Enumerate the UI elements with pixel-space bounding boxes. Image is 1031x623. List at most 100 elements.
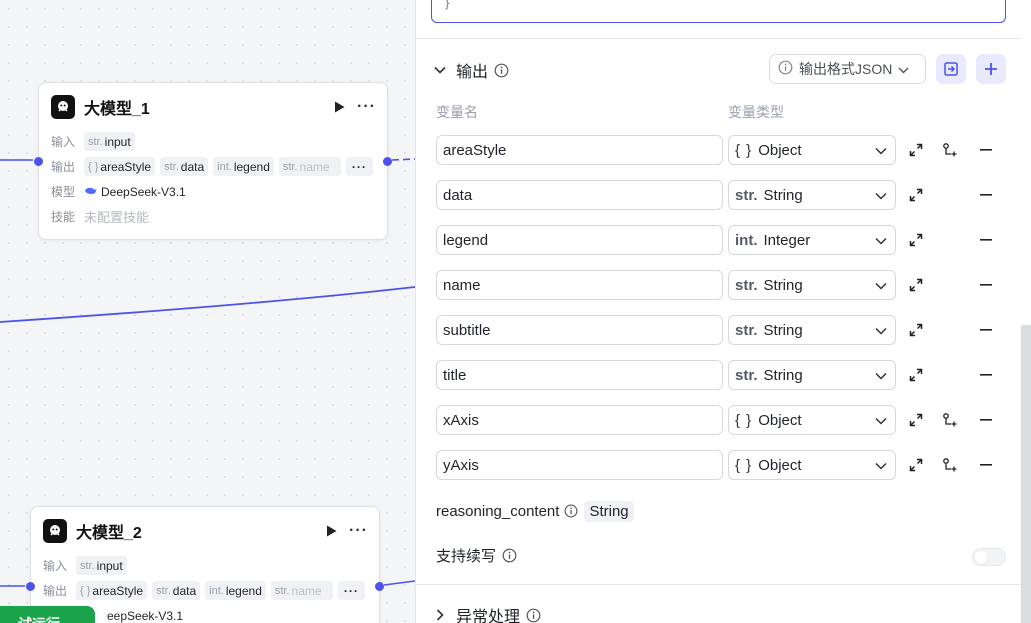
chevron-down-icon bbox=[875, 462, 887, 470]
llm-node-1[interactable]: 大模型_1 ··· 输入 str. input 输出 { } areaStyle s… bbox=[34, 82, 392, 240]
input-label: 输入 bbox=[43, 559, 68, 573]
edge-from-node-1 bbox=[391, 158, 415, 161]
variable-row: str. String bbox=[436, 270, 1016, 300]
error-section-title: 异常处理 bbox=[456, 609, 521, 623]
type-tag: int. bbox=[735, 231, 758, 249]
more-icon[interactable]: ··· bbox=[357, 99, 375, 115]
expand-icon[interactable] bbox=[908, 457, 924, 473]
output-format-label: 输出格式JSON bbox=[799, 61, 893, 77]
chevron-down-icon[interactable] bbox=[434, 64, 446, 76]
expand-icon[interactable] bbox=[908, 232, 924, 248]
output-port[interactable] bbox=[375, 582, 384, 591]
type-tag: str. bbox=[735, 186, 758, 204]
variable-row: int. Integer bbox=[436, 225, 1016, 255]
variable-row: { } Object bbox=[436, 135, 1016, 165]
remove-icon[interactable] bbox=[978, 232, 994, 248]
more-icon[interactable]: ··· bbox=[349, 523, 367, 539]
node-title: 大模型_1 bbox=[84, 101, 150, 118]
input-port[interactable] bbox=[26, 582, 35, 591]
scrollbar[interactable] bbox=[1021, 325, 1031, 623]
add-child-icon[interactable] bbox=[942, 142, 958, 158]
remove-icon[interactable] bbox=[978, 412, 994, 428]
divider bbox=[416, 584, 1021, 585]
plus-icon bbox=[985, 63, 997, 75]
expand-icon[interactable] bbox=[908, 367, 924, 383]
expand-icon[interactable] bbox=[908, 142, 924, 158]
output-section-header[interactable]: 输出 bbox=[416, 55, 1021, 85]
remove-icon[interactable] bbox=[978, 187, 994, 203]
llm-logo-icon bbox=[51, 95, 75, 119]
info-icon[interactable] bbox=[526, 608, 541, 623]
variable-type-select[interactable]: int. Integer bbox=[728, 225, 896, 255]
type-tag: str. bbox=[735, 276, 758, 294]
output-tag: str. data bbox=[152, 581, 201, 600]
remove-icon[interactable] bbox=[978, 322, 994, 338]
col-header-type: 变量类型 bbox=[728, 104, 784, 120]
remove-icon[interactable] bbox=[978, 277, 994, 293]
variable-name-input[interactable] bbox=[436, 315, 723, 345]
remove-icon[interactable] bbox=[978, 367, 994, 383]
variable-type-select[interactable]: str. String bbox=[728, 360, 896, 390]
expand-icon[interactable] bbox=[908, 322, 924, 338]
remove-icon[interactable] bbox=[978, 142, 994, 158]
more-outputs-button[interactable]: ··· bbox=[345, 157, 373, 176]
variable-name-input[interactable] bbox=[436, 225, 723, 255]
chevron-right-icon[interactable] bbox=[434, 609, 446, 621]
variable-name-input[interactable] bbox=[436, 405, 723, 435]
type-name: String bbox=[763, 276, 803, 294]
input-port[interactable] bbox=[34, 157, 43, 166]
deepseek-whale-icon bbox=[84, 185, 97, 199]
output-tag: int. legend bbox=[213, 157, 274, 176]
output-section-title: 输出 bbox=[456, 64, 489, 81]
input-tag: str. input bbox=[76, 556, 127, 575]
workflow-canvas[interactable]: 大模型_1 ··· 输入 str. input 输出 { } areaStyle s… bbox=[0, 0, 415, 623]
input-label: 输入 bbox=[51, 135, 76, 149]
expand-icon[interactable] bbox=[908, 277, 924, 293]
variable-type-select[interactable]: str. String bbox=[728, 180, 896, 210]
import-button[interactable] bbox=[936, 54, 966, 84]
output-format-select[interactable]: 输出格式JSON bbox=[769, 54, 926, 84]
error-section-header[interactable]: 异常处理 bbox=[416, 602, 1021, 623]
chevron-down-icon bbox=[875, 147, 887, 155]
continue-label: 支持续写 bbox=[436, 547, 497, 565]
variable-name-input[interactable] bbox=[436, 270, 723, 300]
add-variable-button[interactable] bbox=[976, 54, 1006, 84]
info-icon[interactable] bbox=[502, 548, 517, 563]
continue-toggle[interactable] bbox=[972, 548, 1006, 566]
variable-row: { } Object bbox=[436, 450, 1016, 480]
code-editor[interactable]: } bbox=[431, 0, 1006, 23]
output-tag: str. name bbox=[278, 157, 341, 176]
variable-type-select[interactable]: { } Object bbox=[728, 450, 896, 480]
variable-type-select[interactable]: str. String bbox=[728, 315, 896, 345]
variable-row: str. String bbox=[436, 360, 1016, 390]
add-child-icon[interactable] bbox=[942, 457, 958, 473]
llm-logo-icon bbox=[43, 519, 67, 543]
variable-type-select[interactable]: str. String bbox=[728, 270, 896, 300]
import-icon bbox=[944, 62, 958, 76]
variable-name-input[interactable] bbox=[436, 135, 723, 165]
type-tag: { } bbox=[735, 411, 753, 429]
info-icon[interactable] bbox=[564, 504, 578, 518]
expand-icon[interactable] bbox=[908, 412, 924, 428]
type-tag: { } bbox=[735, 141, 753, 159]
info-icon[interactable] bbox=[494, 63, 509, 78]
variable-type-select[interactable]: { } Object bbox=[728, 135, 896, 165]
play-icon[interactable] bbox=[323, 523, 339, 539]
output-label: 输出 bbox=[43, 584, 68, 598]
type-name: String bbox=[763, 186, 803, 204]
type-tag: { } bbox=[735, 456, 753, 474]
continue-row: 支持续写 bbox=[436, 543, 517, 567]
variable-name-input[interactable] bbox=[436, 180, 723, 210]
add-child-icon[interactable] bbox=[942, 412, 958, 428]
test-run-button[interactable]: 试运行 bbox=[0, 606, 95, 623]
skill-label: 技能 bbox=[51, 210, 76, 224]
output-port[interactable] bbox=[383, 157, 392, 166]
variable-name-input[interactable] bbox=[436, 450, 723, 480]
more-outputs-button[interactable]: ··· bbox=[337, 581, 365, 600]
remove-icon[interactable] bbox=[978, 457, 994, 473]
type-tag: str. bbox=[735, 366, 758, 384]
variable-name-input[interactable] bbox=[436, 360, 723, 390]
variable-type-select[interactable]: { } Object bbox=[728, 405, 896, 435]
play-icon[interactable] bbox=[331, 99, 347, 115]
expand-icon[interactable] bbox=[908, 187, 924, 203]
